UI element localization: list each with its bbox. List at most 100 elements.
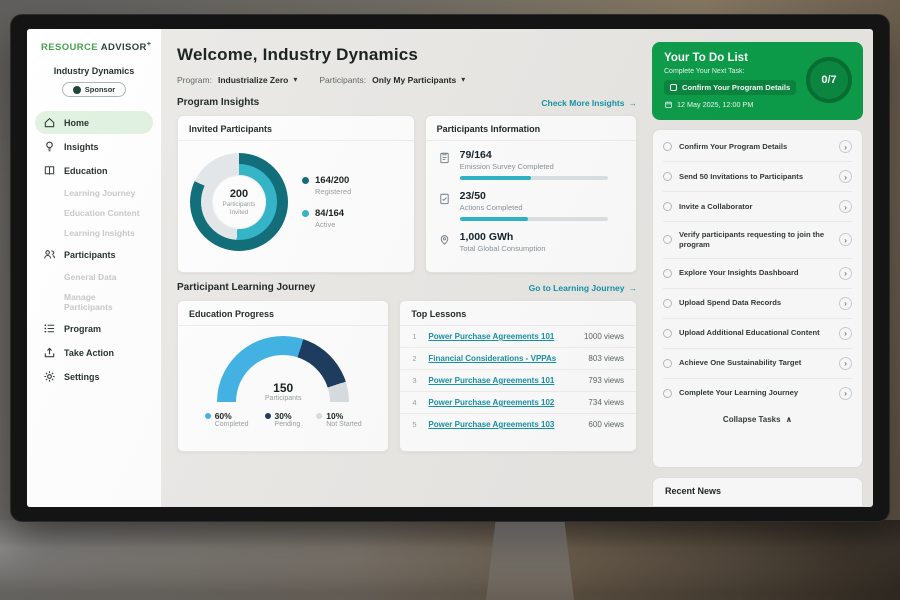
nav-label: Program [64,324,101,334]
task-checkbox[interactable] [663,172,672,181]
nav-label: Learning Journey [64,188,135,198]
chevron-right-icon[interactable]: › [839,200,852,213]
actions-progress-fill [460,217,528,221]
lesson-row[interactable]: 4 Power Purchase Agreements 102 734 view… [400,392,636,414]
task-row[interactable]: Complete Your Learning Journey › [663,379,852,408]
lightbulb-icon [43,140,56,153]
task-row[interactable]: Send 50 Invitations to Participants › [663,162,852,192]
emission-survey-row: 79/164 Emission Survey Completed [426,141,636,182]
task-checkbox[interactable] [663,299,672,308]
go-to-learning-journey-link[interactable]: Go to Learning Journey → [529,283,637,293]
pending-dot [265,413,271,419]
calendar-icon [664,100,673,109]
checklist-icon [438,192,451,205]
actions-progress-track [460,217,608,221]
sidebar-item-learning-insights[interactable]: Learning Insights [35,223,153,242]
card-title: Invited Participants [178,116,414,141]
chevron-right-icon[interactable]: › [839,297,852,310]
sidebar-item-education-content[interactable]: Education Content [35,203,153,222]
nav-label: Insights [64,142,99,152]
task-checkbox[interactable] [663,359,672,368]
task-row[interactable]: Invite a Collaborator › [663,192,852,222]
upload-action-icon [43,346,56,359]
education-gauge-center: 150 Participants [217,381,349,402]
chevron-right-icon[interactable]: › [839,387,852,400]
org-name: Industry Dynamics [35,66,153,76]
task-row[interactable]: Confirm Your Program Details › [663,132,852,162]
lesson-row[interactable]: 1 Power Purchase Agreements 101 1000 vie… [400,326,636,348]
todo-progress-badge: 0/7 [806,57,852,103]
sidebar-item-insights[interactable]: Insights [35,135,153,158]
lesson-row[interactable]: 5 Power Purchase Agreements 103 600 view… [400,414,636,435]
sidebar-item-learning-journey[interactable]: Learning Journey [35,183,153,202]
lesson-link[interactable]: Power Purchase Agreements 101 [428,332,576,341]
nav-label: Learning Insights [64,228,135,238]
chevron-down-icon: ▾ [293,76,297,84]
active-dot [302,210,309,217]
monitor-frame: RESOURCE ADVISOR+ Industry Dynamics Spon… [10,14,890,522]
lesson-link[interactable]: Financial Considerations - VPPAs [428,354,580,363]
completed-dot [205,413,211,419]
nav-label: Manage Participants [64,292,113,312]
sidebar-item-home[interactable]: Home [35,111,153,134]
app-logo: RESOURCE ADVISOR+ [35,41,153,53]
chevron-right-icon[interactable]: › [839,140,852,153]
collapse-tasks-button[interactable]: Collapse Tasks ∧ [663,408,852,428]
actions-completed-row: 23/50 Actions Completed [426,182,636,223]
nav-label: Take Action [64,348,114,358]
sidebar-item-take-action[interactable]: Take Action [35,341,153,364]
checkbox-icon[interactable] [670,84,677,91]
participants-select[interactable]: Only My Participants ▾ [372,75,465,85]
task-checkbox[interactable] [663,329,672,338]
sidebar-item-participants[interactable]: Participants [35,243,153,266]
invited-center-label: Participants Invited [218,201,260,217]
nav-label: Education Content [64,208,140,218]
invited-center-value: 200 [230,188,248,200]
next-task-chip[interactable]: Confirm Your Program Details [664,80,796,95]
task-row[interactable]: Achieve One Sustainability Target › [663,349,852,379]
task-checkbox[interactable] [663,235,672,244]
chevron-right-icon[interactable]: › [839,170,852,183]
logo-text-primary: RESOURCE [41,42,98,53]
chevron-right-icon[interactable]: › [839,267,852,280]
lesson-link[interactable]: Power Purchase Agreements 102 [428,398,580,407]
logo-plus: + [147,41,152,48]
lesson-row[interactable]: 3 Power Purchase Agreements 101 793 view… [400,370,636,392]
legend-item-active: 84/164 Active [302,208,351,229]
sidebar-nav: Home Insights Education Learning Journey… [35,111,153,388]
lesson-link[interactable]: Power Purchase Agreements 103 [428,420,580,429]
emission-progress-fill [460,176,531,180]
todo-panel: Your To Do List Complete Your Next Task:… [649,29,873,507]
sidebar-item-manage-participants[interactable]: Manage Participants [35,287,153,316]
education-progress-card: Education Progress 150 Participants [177,300,389,452]
recent-news-title: Recent News [665,486,721,496]
sidebar-item-education[interactable]: Education [35,159,153,182]
task-checkbox[interactable] [663,202,672,211]
task-row[interactable]: Explore Your Insights Dashboard › [663,259,852,289]
chevron-right-icon[interactable]: › [839,357,852,370]
lesson-row[interactable]: 2 Financial Considerations - VPPAs 803 v… [400,348,636,370]
task-checkbox[interactable] [663,142,672,151]
sponsor-icon [73,86,81,94]
task-row[interactable]: Upload Additional Educational Content › [663,319,852,349]
chevron-right-icon[interactable]: › [839,233,852,246]
task-row[interactable]: Verify participants requesting to join t… [663,222,852,259]
task-checkbox[interactable] [663,269,672,278]
legend-item-registered: 164/200 Registered [302,175,351,196]
participants-filter-label: Participants: [319,75,366,85]
task-checkbox[interactable] [663,389,672,398]
invited-donut-center: 200 Participants Invited [212,175,266,229]
lesson-link[interactable]: Power Purchase Agreements 101 [428,376,580,385]
check-more-insights-link[interactable]: Check More Insights → [541,98,637,108]
sidebar-item-general-data[interactable]: General Data [35,267,153,286]
map-pin-icon [438,233,451,246]
education-legend: 60% Completed 30% Pending [205,411,362,428]
sidebar-item-settings[interactable]: Settings [35,365,153,388]
task-row[interactable]: Upload Spend Data Records › [663,289,852,319]
dashboard-screen: RESOURCE ADVISOR+ Industry Dynamics Spon… [27,29,873,507]
chevron-right-icon[interactable]: › [839,327,852,340]
legend-item-not-started: 10% Not Started [316,411,361,428]
sidebar-item-program[interactable]: Program [35,317,153,340]
invited-donut-outer: 200 Participants Invited [190,153,288,251]
program-select[interactable]: Industrialize Zero ▾ [218,75,297,85]
